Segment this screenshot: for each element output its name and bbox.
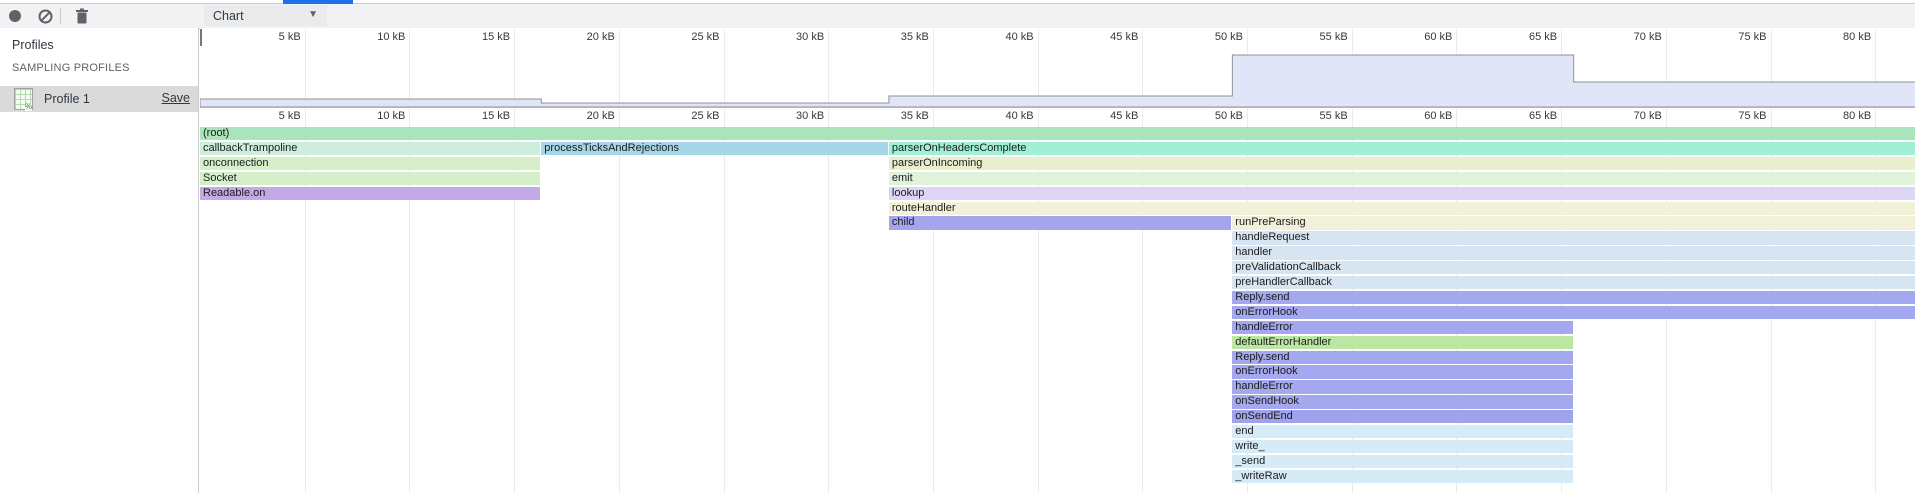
flame-frame[interactable]: (root) <box>200 127 1915 140</box>
overview-separator <box>200 107 1915 108</box>
flame-frame[interactable]: Readable.on <box>200 187 540 200</box>
ruler-tick-label: 75 kB <box>1697 110 1767 122</box>
profiles-sidebar: Profiles SAMPLING PROFILES % Profile 1 S… <box>0 28 199 493</box>
overview-ruler-tick-label: 50 kB <box>1173 31 1243 43</box>
gridline <box>514 29 515 493</box>
heap-profile-icon-badge: % <box>25 103 32 111</box>
record-button[interactable] <box>4 6 26 26</box>
ruler-tick-label: 20 kB <box>545 110 615 122</box>
toolbar-separator <box>60 8 61 24</box>
ruler-tick-label: 60 kB <box>1382 110 1452 122</box>
profile-name: Profile 1 <box>44 92 90 106</box>
flame-frame[interactable]: parserOnHeadersComplete <box>889 142 1915 155</box>
devtools-memory-panel: Chart ▼ Profiles SAMPLING PROFILES % Pro… <box>0 0 1915 493</box>
overview-ruler-tick-label: 65 kB <box>1487 31 1557 43</box>
flame-frame[interactable]: onErrorHook <box>1232 365 1572 378</box>
overview-ruler-tick-label: 75 kB <box>1697 31 1767 43</box>
ruler-tick-label: 25 kB <box>650 110 720 122</box>
flame-frame[interactable]: child <box>889 216 1231 229</box>
trash-icon <box>75 8 89 24</box>
flame-frame[interactable]: processTicksAndRejections <box>541 142 888 155</box>
profile-list-item[interactable]: % Profile 1 Save <box>0 86 198 112</box>
ruler-tick-label: 50 kB <box>1173 110 1243 122</box>
flame-frame[interactable]: onconnection <box>200 157 540 170</box>
overview-ruler-tick-label: 10 kB <box>335 31 405 43</box>
flame-frame[interactable]: onSendEnd <box>1232 410 1572 423</box>
overview-ruler-tick-label: 5 kB <box>231 31 301 43</box>
overview-ruler-tick-label: 20 kB <box>545 31 615 43</box>
sampling-profiles-section-label: SAMPLING PROFILES <box>12 62 130 74</box>
flame-frame[interactable]: routeHandler <box>889 202 1915 215</box>
flame-frame[interactable]: callbackTrampoline <box>200 142 540 155</box>
ruler-tick-label: 65 kB <box>1487 110 1557 122</box>
flame-frame[interactable]: Reply.send <box>1232 291 1915 304</box>
heap-profile-icon: % <box>14 88 33 110</box>
block-circle-icon <box>38 9 53 24</box>
clear-button[interactable] <box>34 6 56 26</box>
flame-frame[interactable]: preValidationCallback <box>1232 261 1915 274</box>
gridline <box>933 29 934 493</box>
ruler-tick-label: 40 kB <box>964 110 1034 122</box>
flame-frame[interactable]: write_ <box>1232 440 1572 453</box>
ruler-tick-label: 80 kB <box>1801 110 1871 122</box>
save-link[interactable]: Save <box>162 91 191 105</box>
overview-ruler-tick-label: 70 kB <box>1592 31 1662 43</box>
ruler-tick-label: 10 kB <box>335 110 405 122</box>
flame-frame[interactable]: handleError <box>1232 380 1572 393</box>
gridline <box>409 29 410 493</box>
gridline <box>305 29 306 493</box>
profiles-heading: Profiles <box>12 38 54 52</box>
overview-ruler-tick-label: 45 kB <box>1068 31 1138 43</box>
flame-frame[interactable]: preHandlerCallback <box>1232 276 1915 289</box>
gridline <box>828 29 829 493</box>
ruler-tick-label: 70 kB <box>1592 110 1662 122</box>
overview-ruler-tick-label: 15 kB <box>440 31 510 43</box>
overview-ruler-tick-label: 55 kB <box>1278 31 1348 43</box>
chart-view-select[interactable]: Chart ▼ <box>204 5 327 26</box>
overview-ruler-tick-label: 30 kB <box>754 31 824 43</box>
chevron-down-icon: ▼ <box>308 9 318 20</box>
overview-drag-handle[interactable] <box>200 29 202 46</box>
ruler-tick-label: 30 kB <box>754 110 824 122</box>
flame-frame[interactable]: Socket <box>200 172 540 185</box>
flame-frame[interactable]: parserOnIncoming <box>889 157 1915 170</box>
overview-ruler-tick-label: 80 kB <box>1801 31 1871 43</box>
flame-frame[interactable]: runPreParsing <box>1232 216 1915 229</box>
flame-frame[interactable]: _writeRaw <box>1232 470 1572 483</box>
flame-frame[interactable]: Reply.send <box>1232 351 1572 364</box>
flame-frame[interactable]: onSendHook <box>1232 395 1572 408</box>
ruler-tick-label: 55 kB <box>1278 110 1348 122</box>
toolbar: Chart ▼ <box>0 4 1915 29</box>
overview-ruler-tick-label: 40 kB <box>964 31 1034 43</box>
gridline <box>1038 29 1039 493</box>
flame-frame[interactable]: handler <box>1232 246 1915 259</box>
delete-button[interactable] <box>71 6 93 26</box>
overview-ruler-tick-label: 35 kB <box>859 31 929 43</box>
chart-view-select-value: Chart <box>213 9 244 23</box>
flame-chart-pane[interactable]: 5 kB 5 kB 10 kB 10 kB 15 kB 15 kB 20 kB 20 kB 25… <box>200 28 1915 493</box>
gridline <box>724 29 725 493</box>
flame-frame[interactable]: _send <box>1232 455 1572 468</box>
flame-frame[interactable]: lookup <box>889 187 1915 200</box>
flame-frame[interactable]: end <box>1232 425 1572 438</box>
overview-ruler-tick-label: 60 kB <box>1382 31 1452 43</box>
flame-frame[interactable]: emit <box>889 172 1915 185</box>
flame-frame[interactable]: handleError <box>1232 321 1572 334</box>
flame-frame[interactable]: defaultErrorHandler <box>1232 336 1572 349</box>
flame-frame[interactable]: onErrorHook <box>1232 306 1915 319</box>
gridline <box>619 29 620 493</box>
overview-ruler-tick-label: 25 kB <box>650 31 720 43</box>
ruler-tick-label: 5 kB <box>231 110 301 122</box>
record-circle-icon <box>8 9 22 23</box>
ruler-tick-label: 45 kB <box>1068 110 1138 122</box>
ruler-tick-label: 15 kB <box>440 110 510 122</box>
gridline <box>1142 29 1143 493</box>
ruler-tick-label: 35 kB <box>859 110 929 122</box>
flame-frame[interactable]: handleRequest <box>1232 231 1915 244</box>
